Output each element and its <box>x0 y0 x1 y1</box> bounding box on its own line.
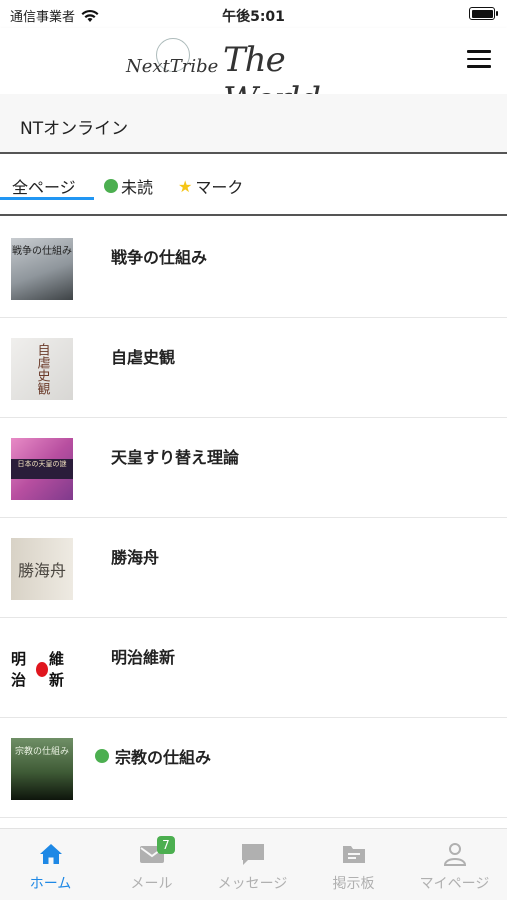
list-item[interactable]: 勝海舟 勝海舟 <box>0 518 507 618</box>
status-time: 午後5:01 <box>222 9 285 25</box>
active-tab-indicator <box>0 197 94 200</box>
list-item[interactable]: 明治 維新 明治維新 <box>0 618 507 718</box>
article-thumbnail: 戦争の仕組み <box>11 238 73 300</box>
nav-mail[interactable]: 7 メール <box>101 829 202 900</box>
article-title: 戦争の仕組み <box>111 248 208 267</box>
article-thumbnail: 日本の天皇の謎 <box>11 438 73 500</box>
nav-home[interactable]: ホーム <box>0 829 101 900</box>
thumbnail-text: 自虐史観 <box>34 343 50 395</box>
article-title-row: 宗教の仕組み <box>95 744 211 768</box>
article-title: 明治維新 <box>111 648 176 667</box>
nav-messages-label: メッセージ <box>217 876 288 892</box>
nav-board-label: 掲示板 <box>332 876 375 892</box>
mail-badge: 7 <box>157 836 175 854</box>
article-thumbnail: 自虐史観 <box>11 338 73 400</box>
tab-marked-label: マーク <box>195 178 244 197</box>
hamburger-menu-icon[interactable] <box>467 50 491 70</box>
app-header: NextTribe The World <box>0 28 507 120</box>
article-list: 戦争の仕組み 戦争の仕組み 自虐史観 自虐史観 日本の天皇の謎 天皇すり替え理論… <box>0 218 507 828</box>
board-icon <box>343 846 365 863</box>
chat-icon <box>242 844 264 865</box>
app-logo: NextTribe The World <box>126 36 371 120</box>
list-item[interactable]: 日本の天皇の謎 天皇すり替え理論 <box>0 418 507 518</box>
article-title: 宗教の仕組み <box>115 748 212 767</box>
status-bar: 通信事業者 午後5:01 <box>0 0 507 28</box>
tab-all-pages-label: 全ページ <box>12 178 76 197</box>
list-item[interactable]: 自虐史観 自虐史観 <box>0 318 507 418</box>
article-title: 天皇すり替え理論 <box>111 448 240 467</box>
nav-board[interactable]: 掲示板 <box>303 829 404 900</box>
battery-icon <box>469 7 498 20</box>
nav-messages[interactable]: メッセージ <box>202 829 303 900</box>
nav-mail-label: メール <box>130 876 173 892</box>
nav-mypage[interactable]: マイページ <box>404 829 505 900</box>
home-icon <box>40 844 62 864</box>
list-item[interactable]: 戦争の仕組み 戦争の仕組み <box>0 218 507 318</box>
article-title: 勝海舟 <box>111 548 160 567</box>
thumbnail-text-right: 維新 <box>49 650 65 689</box>
article-title: 自虐史観 <box>111 348 176 367</box>
logo-subtitle: NextTribe <box>126 56 219 77</box>
article-thumbnail: 宗教の仕組み <box>11 738 73 800</box>
green-dot-icon <box>104 179 118 193</box>
article-thumbnail: 明治 維新 <box>11 638 73 700</box>
list-item[interactable]: 宗教の仕組み 宗教の仕組み <box>0 718 507 818</box>
section-bar: NTオンライン <box>0 94 507 154</box>
nav-home-label: ホーム <box>29 876 72 892</box>
red-sun-icon <box>36 661 48 677</box>
thumbnail-text: 勝海舟 <box>17 561 66 580</box>
nav-mypage-label: マイページ <box>419 876 490 892</box>
thumbnail-text: 日本の天皇の謎 <box>11 459 73 479</box>
filter-tabs: 全ページ 未読 ★ マーク <box>0 156 507 216</box>
star-icon: ★ <box>178 176 193 196</box>
tab-unread-label: 未読 <box>121 178 154 197</box>
thumbnail-text: 宗教の仕組み <box>14 747 69 757</box>
unread-dot-icon <box>95 749 109 763</box>
section-title: NTオンライン <box>20 119 129 139</box>
tab-unread[interactable]: 未読 <box>104 174 153 198</box>
thumbnail-text-left: 明治 <box>11 650 27 689</box>
article-thumbnail: 勝海舟 <box>11 538 73 600</box>
tab-all-pages[interactable]: 全ページ <box>12 174 76 198</box>
person-icon <box>443 843 467 866</box>
tab-marked[interactable]: ★ マーク <box>178 174 243 198</box>
thumbnail-text: 戦争の仕組み <box>12 246 72 257</box>
bottom-nav: ホーム 7 メール メッセージ 掲示板 マイページ <box>0 828 507 900</box>
